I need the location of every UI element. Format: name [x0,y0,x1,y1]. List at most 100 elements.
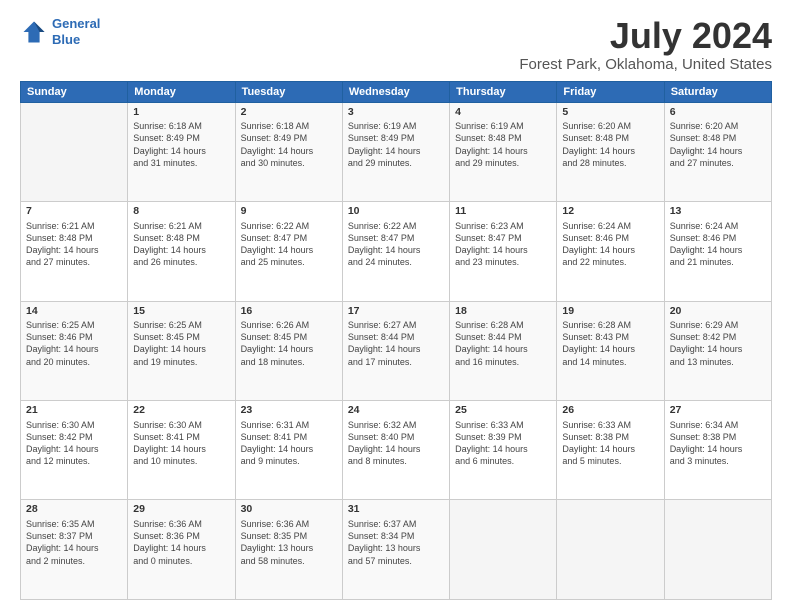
day-number: 15 [133,305,229,319]
calendar-cell [557,500,664,600]
calendar-cell: 14Sunrise: 6:25 AMSunset: 8:46 PMDayligh… [21,301,128,400]
cell-content: Sunrise: 6:18 AMSunset: 8:49 PMDaylight:… [133,120,229,169]
calendar-cell: 1Sunrise: 6:18 AMSunset: 8:49 PMDaylight… [128,102,235,201]
cell-content: Sunrise: 6:26 AMSunset: 8:45 PMDaylight:… [241,319,337,368]
header: General Blue July 2024 Forest Park, Okla… [20,16,772,73]
cell-content: Sunrise: 6:24 AMSunset: 8:46 PMDaylight:… [670,220,766,269]
cell-content: Sunrise: 6:29 AMSunset: 8:42 PMDaylight:… [670,319,766,368]
calendar-cell: 28Sunrise: 6:35 AMSunset: 8:37 PMDayligh… [21,500,128,600]
calendar-cell: 20Sunrise: 6:29 AMSunset: 8:42 PMDayligh… [664,301,771,400]
page: General Blue July 2024 Forest Park, Okla… [0,0,792,612]
calendar-cell: 30Sunrise: 6:36 AMSunset: 8:35 PMDayligh… [235,500,342,600]
week-row-1: 1Sunrise: 6:18 AMSunset: 8:49 PMDaylight… [21,102,772,201]
logo-text: General Blue [52,16,100,47]
calendar-cell: 23Sunrise: 6:31 AMSunset: 8:41 PMDayligh… [235,401,342,500]
cell-content: Sunrise: 6:22 AMSunset: 8:47 PMDaylight:… [348,220,444,269]
calendar-cell [450,500,557,600]
day-number: 23 [241,404,337,418]
day-number: 17 [348,305,444,319]
cell-content: Sunrise: 6:32 AMSunset: 8:40 PMDaylight:… [348,419,444,468]
title-block: July 2024 Forest Park, Oklahoma, United … [519,16,772,73]
cell-content: Sunrise: 6:33 AMSunset: 8:39 PMDaylight:… [455,419,551,468]
calendar-cell: 19Sunrise: 6:28 AMSunset: 8:43 PMDayligh… [557,301,664,400]
cell-content: Sunrise: 6:30 AMSunset: 8:42 PMDaylight:… [26,419,122,468]
day-number: 7 [26,205,122,219]
calendar-cell: 18Sunrise: 6:28 AMSunset: 8:44 PMDayligh… [450,301,557,400]
day-number: 14 [26,305,122,319]
header-friday: Friday [557,81,664,102]
header-wednesday: Wednesday [342,81,449,102]
day-number: 16 [241,305,337,319]
cell-content: Sunrise: 6:31 AMSunset: 8:41 PMDaylight:… [241,419,337,468]
cell-content: Sunrise: 6:18 AMSunset: 8:49 PMDaylight:… [241,120,337,169]
cell-content: Sunrise: 6:21 AMSunset: 8:48 PMDaylight:… [26,220,122,269]
calendar-cell: 9Sunrise: 6:22 AMSunset: 8:47 PMDaylight… [235,202,342,301]
calendar-cell: 6Sunrise: 6:20 AMSunset: 8:48 PMDaylight… [664,102,771,201]
day-number: 8 [133,205,229,219]
calendar-cell: 11Sunrise: 6:23 AMSunset: 8:47 PMDayligh… [450,202,557,301]
week-row-4: 21Sunrise: 6:30 AMSunset: 8:42 PMDayligh… [21,401,772,500]
calendar-cell: 27Sunrise: 6:34 AMSunset: 8:38 PMDayligh… [664,401,771,500]
day-number: 12 [562,205,658,219]
calendar-cell: 13Sunrise: 6:24 AMSunset: 8:46 PMDayligh… [664,202,771,301]
calendar-cell: 22Sunrise: 6:30 AMSunset: 8:41 PMDayligh… [128,401,235,500]
calendar-cell: 8Sunrise: 6:21 AMSunset: 8:48 PMDaylight… [128,202,235,301]
calendar-table: Sunday Monday Tuesday Wednesday Thursday… [20,81,772,600]
cell-content: Sunrise: 6:24 AMSunset: 8:46 PMDaylight:… [562,220,658,269]
day-number: 25 [455,404,551,418]
calendar-cell: 10Sunrise: 6:22 AMSunset: 8:47 PMDayligh… [342,202,449,301]
day-number: 19 [562,305,658,319]
calendar-cell: 7Sunrise: 6:21 AMSunset: 8:48 PMDaylight… [21,202,128,301]
calendar-cell: 3Sunrise: 6:19 AMSunset: 8:49 PMDaylight… [342,102,449,201]
calendar-cell: 31Sunrise: 6:37 AMSunset: 8:34 PMDayligh… [342,500,449,600]
cell-content: Sunrise: 6:36 AMSunset: 8:36 PMDaylight:… [133,518,229,567]
calendar-cell: 12Sunrise: 6:24 AMSunset: 8:46 PMDayligh… [557,202,664,301]
calendar-header-row: Sunday Monday Tuesday Wednesday Thursday… [21,81,772,102]
day-number: 3 [348,106,444,120]
cell-content: Sunrise: 6:19 AMSunset: 8:49 PMDaylight:… [348,120,444,169]
calendar-cell: 4Sunrise: 6:19 AMSunset: 8:48 PMDaylight… [450,102,557,201]
header-saturday: Saturday [664,81,771,102]
cell-content: Sunrise: 6:20 AMSunset: 8:48 PMDaylight:… [562,120,658,169]
calendar-cell: 15Sunrise: 6:25 AMSunset: 8:45 PMDayligh… [128,301,235,400]
day-number: 9 [241,205,337,219]
day-number: 30 [241,503,337,517]
day-number: 26 [562,404,658,418]
day-number: 4 [455,106,551,120]
logo-icon [20,18,48,46]
calendar-cell: 29Sunrise: 6:36 AMSunset: 8:36 PMDayligh… [128,500,235,600]
cell-content: Sunrise: 6:35 AMSunset: 8:37 PMDaylight:… [26,518,122,567]
calendar-cell: 24Sunrise: 6:32 AMSunset: 8:40 PMDayligh… [342,401,449,500]
header-sunday: Sunday [21,81,128,102]
calendar-cell: 25Sunrise: 6:33 AMSunset: 8:39 PMDayligh… [450,401,557,500]
week-row-3: 14Sunrise: 6:25 AMSunset: 8:46 PMDayligh… [21,301,772,400]
day-number: 1 [133,106,229,120]
cell-content: Sunrise: 6:28 AMSunset: 8:44 PMDaylight:… [455,319,551,368]
calendar-cell: 5Sunrise: 6:20 AMSunset: 8:48 PMDaylight… [557,102,664,201]
logo: General Blue [20,16,100,47]
cell-content: Sunrise: 6:25 AMSunset: 8:45 PMDaylight:… [133,319,229,368]
day-number: 27 [670,404,766,418]
cell-content: Sunrise: 6:23 AMSunset: 8:47 PMDaylight:… [455,220,551,269]
day-number: 29 [133,503,229,517]
day-number: 31 [348,503,444,517]
calendar-cell [21,102,128,201]
cell-content: Sunrise: 6:28 AMSunset: 8:43 PMDaylight:… [562,319,658,368]
day-number: 6 [670,106,766,120]
subtitle: Forest Park, Oklahoma, United States [519,56,772,73]
cell-content: Sunrise: 6:25 AMSunset: 8:46 PMDaylight:… [26,319,122,368]
week-row-2: 7Sunrise: 6:21 AMSunset: 8:48 PMDaylight… [21,202,772,301]
cell-content: Sunrise: 6:37 AMSunset: 8:34 PMDaylight:… [348,518,444,567]
day-number: 24 [348,404,444,418]
day-number: 18 [455,305,551,319]
day-number: 11 [455,205,551,219]
cell-content: Sunrise: 6:19 AMSunset: 8:48 PMDaylight:… [455,120,551,169]
header-monday: Monday [128,81,235,102]
day-number: 13 [670,205,766,219]
cell-content: Sunrise: 6:30 AMSunset: 8:41 PMDaylight:… [133,419,229,468]
calendar-cell: 17Sunrise: 6:27 AMSunset: 8:44 PMDayligh… [342,301,449,400]
cell-content: Sunrise: 6:34 AMSunset: 8:38 PMDaylight:… [670,419,766,468]
day-number: 2 [241,106,337,120]
day-number: 28 [26,503,122,517]
main-title: July 2024 [519,16,772,56]
